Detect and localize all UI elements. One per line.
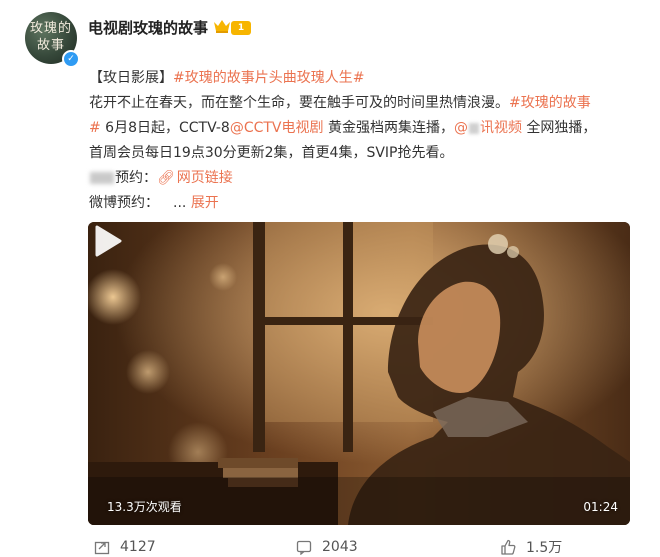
comment-count: 2043 [322,539,358,555]
post-text-intro: 花开不止在春天，而在整个生命，要在触手可及的时间里热情浪漫。 [89,95,509,111]
mention-cctv[interactable]: @CCTV电视剧 [230,120,324,136]
view-count: 13.3万次观看 [107,500,182,514]
vip-level-badge[interactable]: 1 [231,21,251,35]
like-button[interactable]: 1.5万 [500,537,562,557]
comment-icon [296,540,312,555]
thumbs-up-icon [501,539,516,555]
repost-button[interactable]: 4127 [94,537,156,557]
post-line-1: 【玫日影展】#玫瑰的故事片头曲玫瑰人生# [89,66,639,91]
video-frame [88,222,630,525]
post-header: 玫瑰的 故事 ✓ 电视剧玫瑰的故事 1 [0,0,660,72]
post-text-date: 6月8日起，CCTV-8 [100,120,230,136]
redacted-mark [468,122,479,134]
repost-icon [94,541,110,555]
expand-button[interactable]: 展开 [191,195,219,211]
post-actions: 4127 2043 1.5万 [0,535,660,557]
mention-video-platform[interactable]: @ 讯视频 [454,120,522,136]
post-prefix: 【玫日影展】 [89,70,173,86]
play-icon[interactable] [88,222,126,260]
post-text-broadcast: 黄金强档两集连播， [323,120,454,136]
like-count: 1.5万 [526,540,563,556]
verified-icon: ✓ [62,50,80,68]
comment-button[interactable]: 2043 [296,537,358,557]
video-duration: 01:24 [583,500,618,514]
avatar-text: 玫瑰的 故事 [29,21,72,53]
crown-icon [214,20,230,33]
reserve-label: 预约： [115,170,157,186]
post-line-6: 微博预约：... 展开 [89,191,639,216]
post-line-4: 首周会员每日19点30分更新2集，首更4集，SVIP抢先看。 [89,141,639,166]
hashtag-rose-life[interactable]: #玫瑰的故事片头曲玫瑰人生# [173,70,364,86]
hashtag-rose-story[interactable]: #玫瑰的故事 [509,95,591,111]
video-player[interactable]: 13.3万次观看 01:24 [88,222,630,525]
hashtag-rose-story-end[interactable]: # [89,120,101,136]
post-line-2: 花开不止在春天，而在整个生命，要在触手可及的时间里热情浪漫。#玫瑰的故事 [89,91,639,116]
weibo-reserve-label: 微博预约： [89,195,159,211]
post-content: 【玫日影展】#玫瑰的故事片头曲玫瑰人生# 花开不止在春天，而在整个生命，要在触手… [89,66,639,216]
post-line-5: 预约：🔗︎ 网页链接 [89,166,639,191]
link-icon: 🔗︎ [157,170,175,186]
post-text-schedule: 首周会员每日19点30分更新2集，首更4集，SVIP抢先看。 [89,145,454,161]
account-name[interactable]: 电视剧玫瑰的故事 [88,18,208,38]
web-link[interactable]: 🔗︎ 网页链接 [157,170,233,186]
ellipsis: ... [173,195,191,211]
redacted-label [90,172,114,184]
post-text-exclusive: 全网独播， [521,120,597,136]
repost-count: 4127 [120,539,156,555]
post-line-3: # 6月8日起，CCTV-8@CCTV电视剧 黄金强档两集连播，@ 讯视频 全网独… [89,116,639,141]
